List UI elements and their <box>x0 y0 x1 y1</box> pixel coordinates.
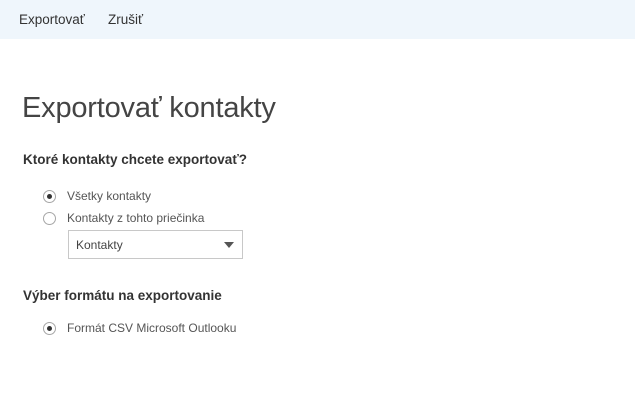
radio-option-outlook-csv[interactable]: Formát CSV Microsoft Outlooku <box>43 319 236 337</box>
radio-label: Formát CSV Microsoft Outlooku <box>67 321 237 335</box>
contacts-question-heading: Ktoré kontakty chcete exportovať? <box>23 152 248 167</box>
radio-label: Všetky kontakty <box>67 189 152 203</box>
export-button[interactable]: Exportovať <box>19 12 85 28</box>
radio-button-unchecked[interactable] <box>43 211 56 225</box>
format-heading: Výber formátu na exportovanie <box>23 288 222 303</box>
page-title: Exportovať kontakty <box>22 92 276 124</box>
folder-dropdown[interactable]: Kontakty <box>68 230 243 259</box>
cancel-button[interactable]: Zrušiť <box>108 12 143 28</box>
radio-label: Kontakty z tohto priečinka <box>67 211 205 225</box>
radio-option-folder-contacts[interactable]: Kontakty z tohto priečinka <box>43 209 204 227</box>
chevron-down-icon <box>224 242 234 248</box>
command-bar: Exportovať Zrušiť <box>0 0 635 39</box>
radio-button-checked[interactable] <box>43 321 56 335</box>
folder-dropdown-value: Kontakty <box>76 238 123 252</box>
radio-option-all-contacts[interactable]: Všetky kontakty <box>43 187 151 205</box>
radio-button-checked[interactable] <box>43 189 56 203</box>
